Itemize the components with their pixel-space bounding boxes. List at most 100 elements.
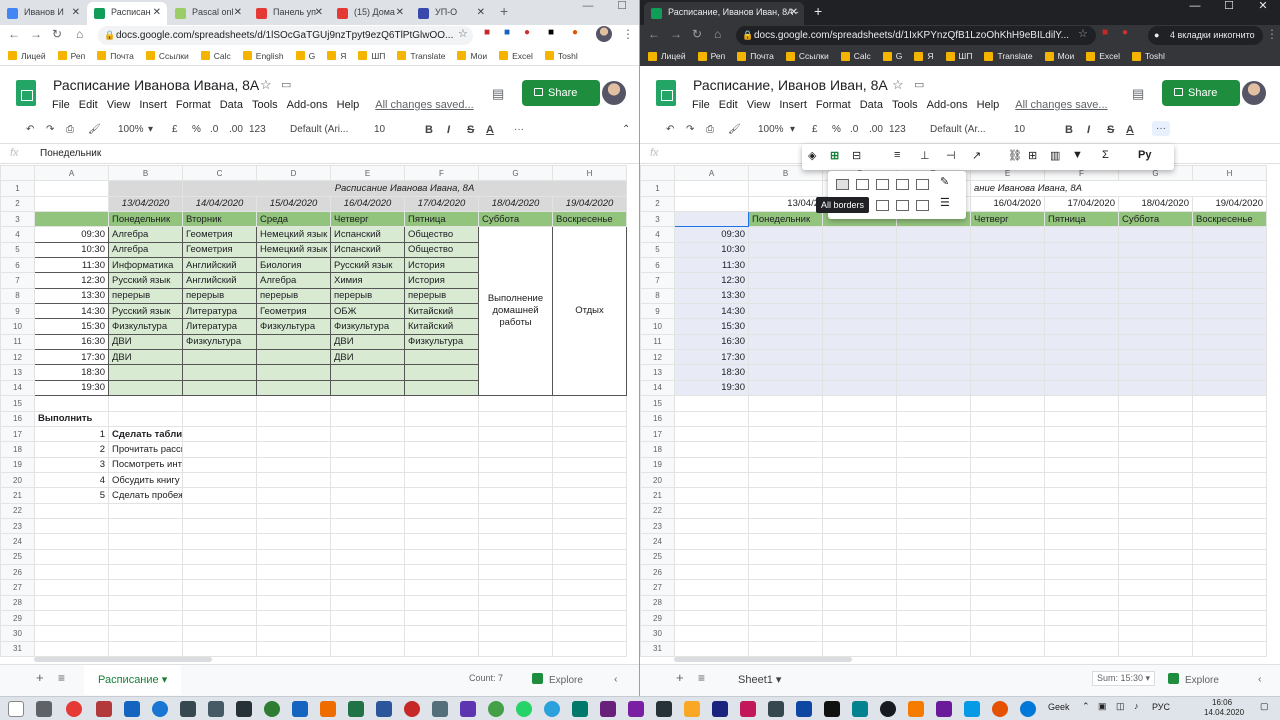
grid-cell[interactable] [182,456,257,473]
grid-cell[interactable] [478,471,553,489]
grid-cell[interactable] [478,487,553,504]
grid-cell[interactable] [822,609,897,627]
bookmark-item[interactable]: Toshl [1132,51,1165,61]
app-icon[interactable] [852,701,868,717]
grid-cell[interactable] [1044,625,1119,642]
grid-cell[interactable] [822,257,897,274]
grid-cell[interactable] [1118,349,1193,366]
close-tab-icon[interactable]: ✕ [72,2,80,23]
grid-cell[interactable] [748,257,823,274]
italic-button[interactable]: I [1087,124,1090,136]
grid-cell[interactable] [896,257,971,274]
app-icon[interactable] [992,701,1008,717]
grid-cell[interactable] [1192,609,1267,627]
insert-chart-icon[interactable]: ▥ [1050,149,1060,162]
grid-cell[interactable] [970,318,1045,335]
bookmark-item[interactable]: G [295,51,315,61]
grid-cell[interactable] [1044,609,1119,627]
grid-cell[interactable] [970,395,1045,412]
menu-file[interactable]: File [52,99,70,111]
move-folder-icon[interactable]: ▭ [281,78,291,91]
row-header[interactable]: 28 [640,594,675,611]
grid-cell[interactable] [748,318,823,335]
grid-cell[interactable] [256,533,331,550]
grid-cell[interactable] [1192,349,1267,366]
grid-cell[interactable] [256,425,331,443]
grid-cell[interactable]: Воскресенье [1192,211,1267,228]
grid-cell[interactable]: 13:30 [674,287,749,305]
redo-icon[interactable]: ↷ [46,124,54,135]
app-icon[interactable] [404,701,420,717]
grid-cell[interactable] [748,272,823,289]
grid-cell[interactable] [404,502,479,519]
maximize-icon[interactable]: ☐ [605,0,639,12]
browser-tab[interactable]: УП-О ✕ [411,2,491,25]
bookmark-item[interactable]: ШП [358,51,385,61]
grid-cell[interactable] [108,180,183,197]
bookmark-item[interactable]: ШП [945,51,972,61]
address-bar[interactable]: 🔒 docs.google.com/spreadsheets/d/1lSOcGaT… [98,26,473,45]
grid-cell[interactable] [1192,594,1267,611]
grid-cell[interactable]: Прочитать рассказ Чехова [108,441,183,458]
grid-cell[interactable]: Общество [404,241,479,259]
grid-cell[interactable] [1192,257,1267,274]
extension-icon[interactable]: ● [1122,27,1128,38]
strikethrough-button[interactable]: S [1107,124,1114,136]
grid-cell[interactable] [1192,318,1267,335]
app-icon[interactable] [796,701,812,717]
grid-cell[interactable] [256,487,331,504]
select-all-corner[interactable] [0,164,35,182]
column-header[interactable]: C [182,164,257,182]
grid-cell[interactable] [970,517,1045,535]
row-header[interactable]: 9 [640,303,675,320]
row-header[interactable]: 23 [640,517,675,535]
italic-button[interactable]: I [447,124,450,136]
grid-cell[interactable] [896,287,971,305]
grid-cell[interactable] [552,579,627,596]
grid-cell[interactable] [748,579,823,596]
grid-cell[interactable] [182,625,257,642]
grid-cell[interactable] [552,640,627,658]
menu-file[interactable]: File [692,99,710,111]
grid-cell[interactable] [674,563,749,581]
grid-cell[interactable] [1118,502,1193,519]
grid-cell[interactable] [970,487,1045,504]
edge-icon[interactable] [1020,701,1036,717]
grid-cell[interactable] [108,364,183,381]
grid-cell[interactable]: Выполнить [34,410,109,427]
grid-cell[interactable] [1044,579,1119,596]
bookmark-item[interactable]: Ссылки [785,51,829,61]
bookmark-item[interactable]: Calc [840,51,871,61]
app-icon[interactable] [152,701,168,717]
grid-cell[interactable] [970,257,1045,274]
all-sheets-icon[interactable]: ≡ [698,671,705,685]
browser-tab-active[interactable]: Расписание, Иванов Иван, 8А - ✕ [644,2,804,25]
grid-cell[interactable] [748,517,823,535]
bookmark-item[interactable]: Toshl [544,51,578,61]
grid-cell[interactable] [478,456,553,473]
grid-cell[interactable] [330,517,405,535]
app-icon[interactable] [96,701,112,717]
grid-cell[interactable] [478,410,553,427]
grid-cell[interactable]: перерыв [108,287,183,305]
menu-insert[interactable]: Insert [139,99,167,111]
merged-homework-cell[interactable]: Выполнение домашней работы [478,226,553,397]
reload-icon[interactable]: ↻ [692,27,702,41]
row-header[interactable]: 14 [0,379,35,397]
grid-cell[interactable] [404,425,479,443]
grid-cell[interactable] [970,563,1045,581]
grid-cell[interactable] [1044,410,1119,427]
grid-cell[interactable] [822,640,897,658]
grid-cell[interactable] [1118,395,1193,412]
app-icon[interactable] [264,701,280,717]
task-view-icon[interactable] [36,701,52,717]
home-icon[interactable]: ⌂ [714,27,721,41]
grid-cell[interactable]: 16:30 [34,333,109,351]
grid-cell[interactable] [896,379,971,397]
close-tab-icon[interactable]: ✕ [396,2,404,23]
grid-cell[interactable] [896,625,971,642]
left-border-icon[interactable] [876,200,889,211]
grid-cell[interactable] [34,579,109,596]
grid-cell[interactable] [1044,333,1119,351]
grid-cell[interactable] [822,333,897,351]
